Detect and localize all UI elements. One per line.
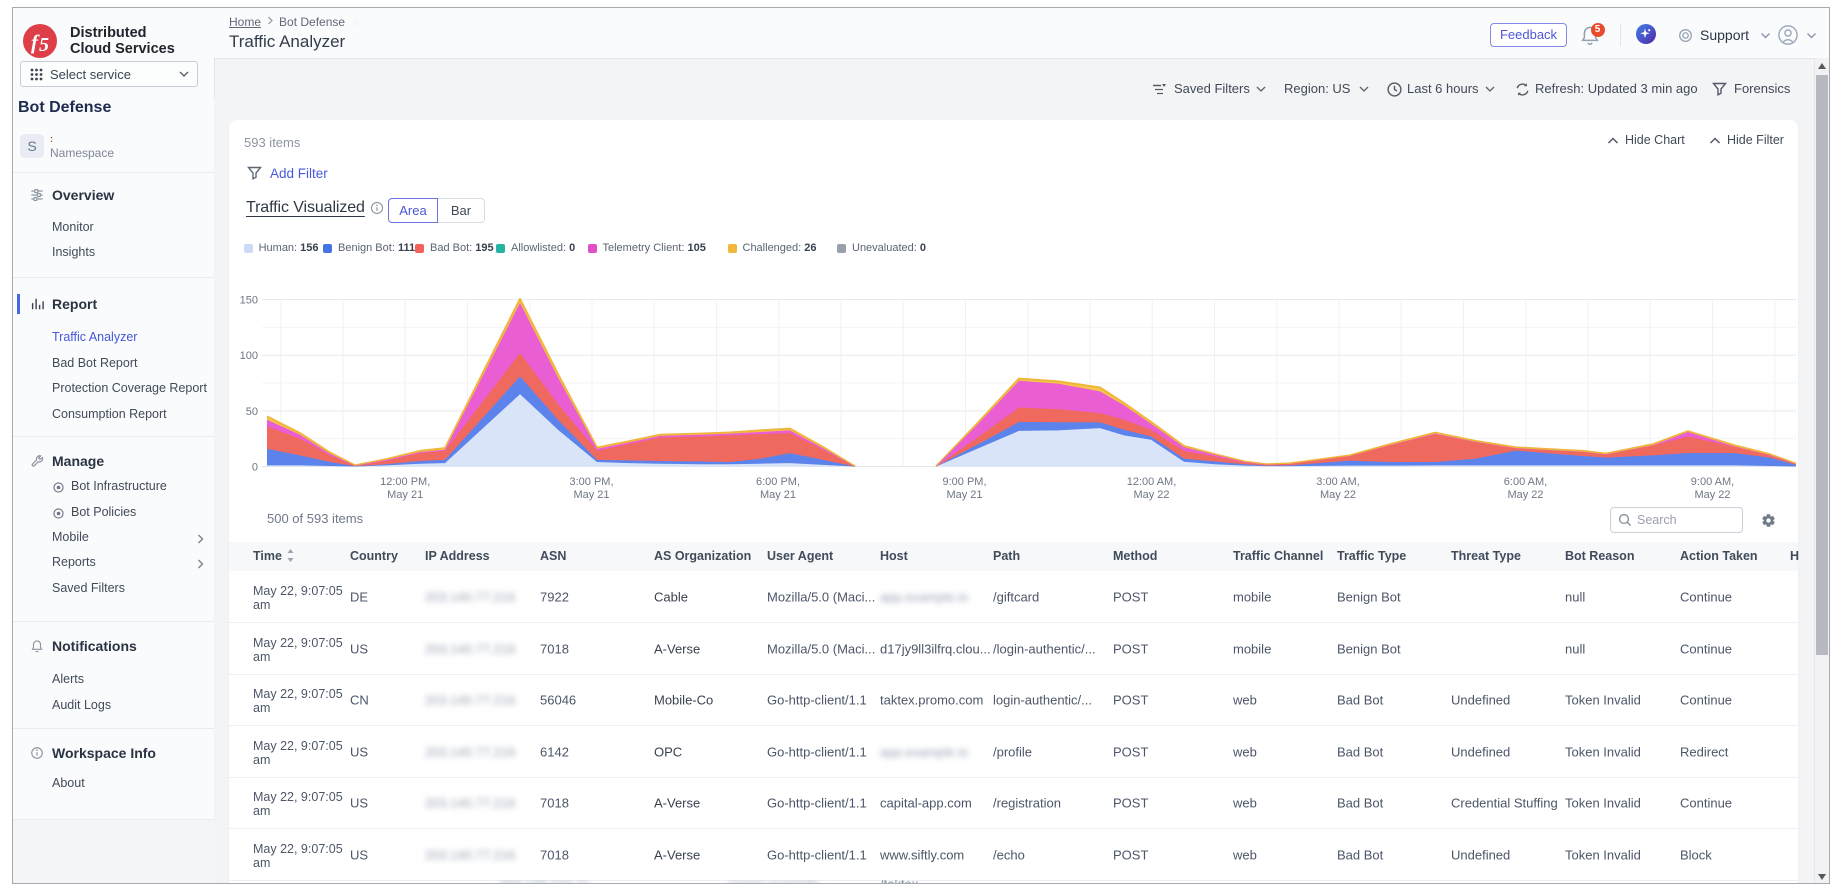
svg-text:Cloud Services: Cloud Services (70, 41, 175, 57)
svg-text:5: 5 (39, 34, 49, 56)
svg-text:12:00 PM,: 12:00 PM, (380, 476, 430, 488)
svg-text:May 21: May 21 (387, 489, 423, 501)
svg-text:May 22: May 22 (1320, 489, 1356, 501)
svg-text:100: 100 (240, 350, 258, 362)
svg-text:May 22: May 22 (1133, 489, 1169, 501)
svg-text:150: 150 (240, 295, 258, 307)
svg-text:May 22: May 22 (1694, 489, 1730, 501)
svg-text:12:00 AM,: 12:00 AM, (1127, 476, 1177, 488)
svg-text:9:00 PM,: 9:00 PM, (942, 476, 986, 488)
svg-text:May 21: May 21 (760, 489, 796, 501)
svg-text:May 22: May 22 (1507, 489, 1543, 501)
svg-text:3:00 PM,: 3:00 PM, (569, 476, 613, 488)
svg-text:May 21: May 21 (573, 489, 609, 501)
svg-text:3:00 AM,: 3:00 AM, (1316, 476, 1359, 488)
svg-text:6:00 PM,: 6:00 PM, (756, 476, 800, 488)
svg-text:9:00 AM,: 9:00 AM, (1691, 476, 1734, 488)
svg-text:May 21: May 21 (946, 489, 982, 501)
svg-text:50: 50 (246, 406, 258, 418)
svg-text:0: 0 (252, 462, 258, 474)
svg-text:6:00 AM,: 6:00 AM, (1504, 476, 1547, 488)
svg-text:Distributed: Distributed (70, 25, 147, 41)
